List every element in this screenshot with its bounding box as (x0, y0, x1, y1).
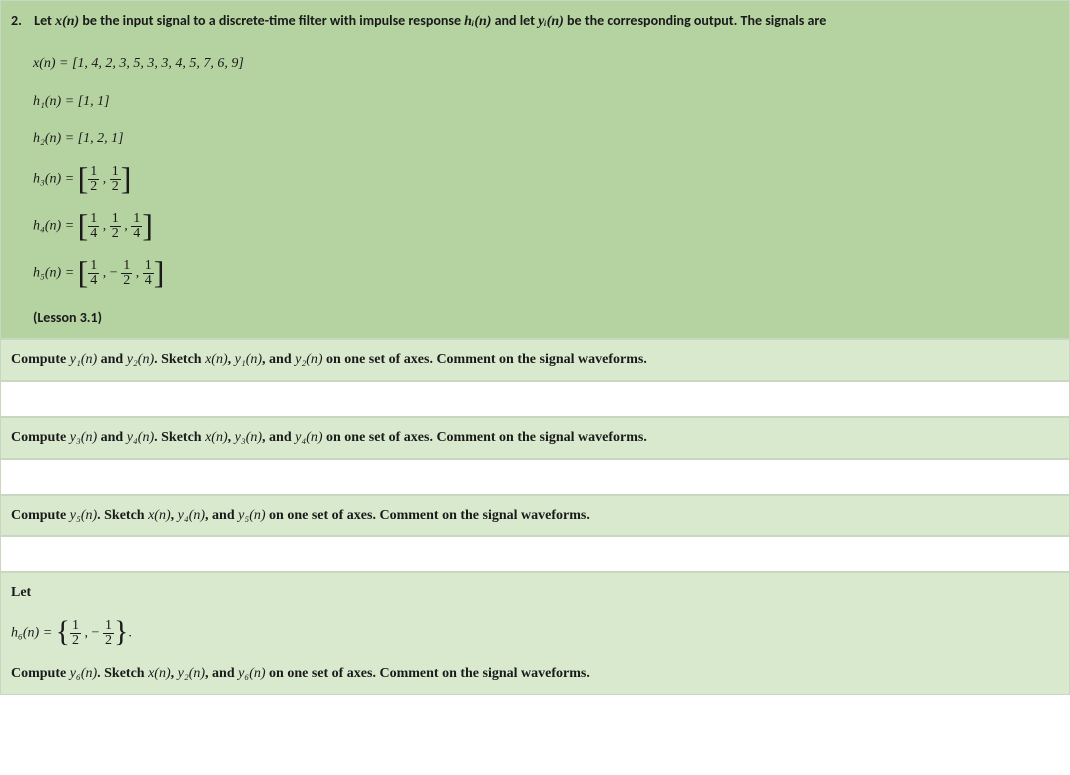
open-bracket-icon: [ (78, 160, 89, 196)
task-row-d: Let h₆(n) = {12 , − 12}. Compute y₆(n). … (0, 572, 1070, 695)
problem-header-cell: 2. Let x(n) be the input signal to a dis… (0, 0, 1070, 339)
xn-symbol: x(n) (55, 14, 79, 29)
h3-lhs: h₃(n) = (33, 172, 78, 187)
intro-text-2: be the input signal to a discrete-time f… (79, 12, 464, 29)
task-row-c: Compute y₅(n). Sketch x(n), y₄(n), and y… (0, 495, 1070, 537)
intro-text-1: Let (34, 12, 55, 29)
close-brace-icon: } (114, 615, 128, 648)
h4-lhs: h₄(n) = (33, 219, 78, 234)
h4-frac-1: 14 (88, 212, 99, 241)
eq-h4: h₄(n) = [14 , 12 , 14] (33, 212, 1059, 241)
intro-text-4: be the corresponding output. The signals… (564, 12, 826, 29)
hin-symbol: hᵢ(n) (464, 14, 491, 29)
close-bracket-icon: ] (121, 160, 132, 196)
intro-text-3: and let (491, 12, 538, 29)
task-row-a: Compute y₁(n) and y₂(n). Sketch x(n), y₁… (0, 339, 1070, 381)
open-bracket-icon: [ (78, 207, 89, 243)
yin-symbol: yᵢ(n) (538, 14, 564, 29)
lesson-ref: (Lesson 3.1) (33, 306, 1059, 330)
problem-number: 2. (11, 9, 31, 33)
eq-h1: h₁(n) = [1, 1] (33, 90, 1059, 114)
h6-frac-1: 12 (70, 619, 81, 648)
close-bracket-icon: ] (142, 207, 153, 243)
h3-frac-2: 12 (110, 165, 121, 194)
open-brace-icon: { (56, 615, 70, 648)
h4-frac-3: 14 (131, 212, 142, 241)
answer-row-a[interactable] (0, 381, 1070, 417)
h5-frac-2: 12 (121, 259, 132, 288)
eq-h2: h₂(n) = [1, 2, 1] (33, 127, 1059, 151)
eq-h3: h₃(n) = [12 , 12] (33, 165, 1059, 194)
eq-h5: h₅(n) = [14 , − 12 , 14] (33, 259, 1059, 288)
open-bracket-icon: [ (78, 254, 89, 290)
answer-row-c[interactable] (0, 536, 1070, 572)
problem-intro: Let x(n) be the input signal to a discre… (34, 9, 1058, 34)
h5-lhs: h₅(n) = (33, 266, 78, 281)
h5-frac-1: 14 (88, 259, 99, 288)
eq-xn: x(n) = [1, 4, 2, 3, 5, 3, 3, 4, 5, 7, 6,… (33, 52, 1059, 76)
task-row-b: Compute y₃(n) and y₄(n). Sketch x(n), y₃… (0, 417, 1070, 459)
eq-h6: h₆(n) = {12 , − 12}. (11, 619, 1059, 648)
h4-frac-2: 12 (110, 212, 121, 241)
close-bracket-icon: ] (154, 254, 165, 290)
h6-frac-2: 12 (103, 619, 114, 648)
answer-row-b[interactable] (0, 459, 1070, 495)
h3-frac-1: 12 (88, 165, 99, 194)
h6-lhs: h₆(n) = (11, 626, 56, 641)
let-label: Let (11, 581, 1059, 605)
h5-frac-3: 14 (143, 259, 154, 288)
